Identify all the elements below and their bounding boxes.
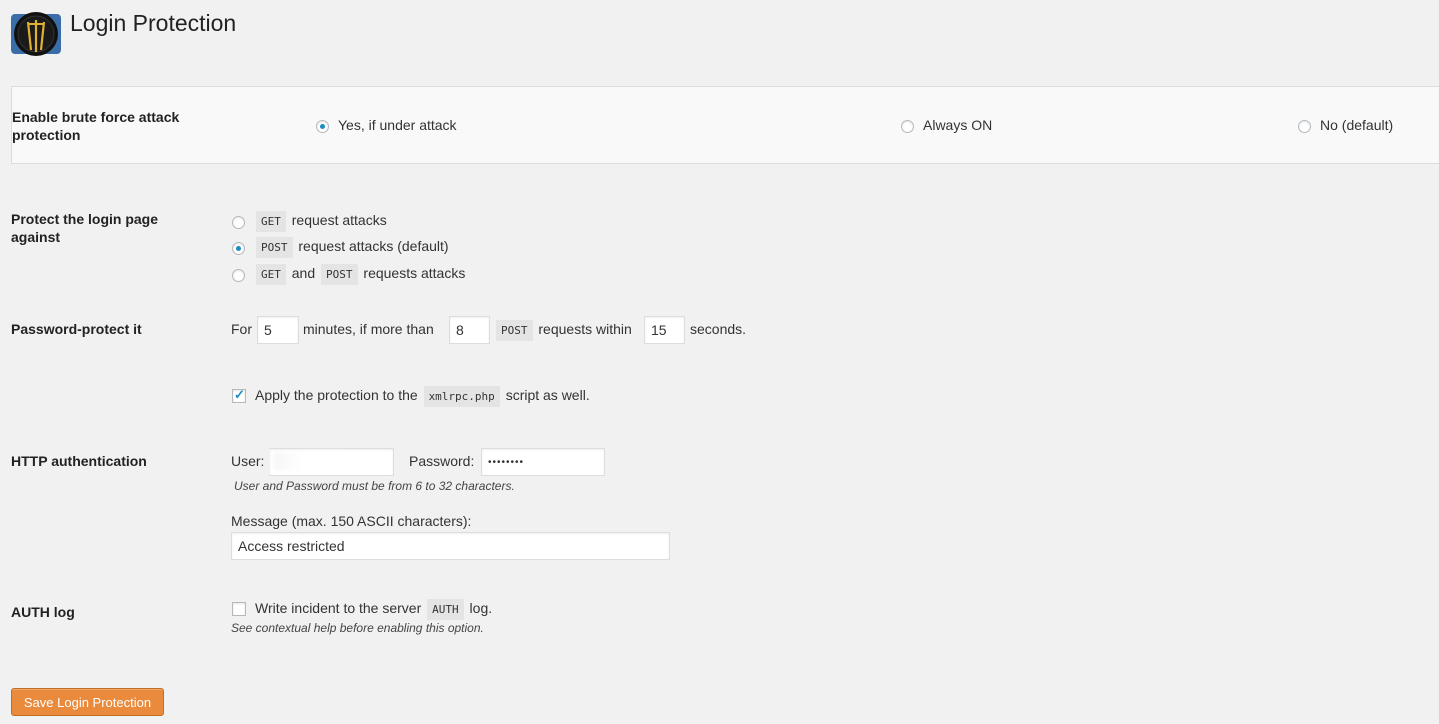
password-label: Password: (409, 453, 475, 469)
brute-force-always-label[interactable]: Always ON (923, 117, 992, 133)
protect-both-text: requests attacks (363, 265, 466, 281)
brute-force-label: Enable brute force attack protection (12, 109, 180, 143)
protect-post-text: request attacks (default) (298, 238, 449, 254)
xmlrpc-option[interactable]: Apply the protection to the xmlrpc.php s… (255, 386, 590, 407)
and-text: and (291, 265, 316, 281)
protect-post-option[interactable]: POST request attacks (default) (254, 237, 449, 258)
protect-both-option[interactable]: GET and POST requests attacks (254, 264, 466, 285)
protect-label: Protect the login page against (11, 211, 159, 245)
within-text: requests within (538, 321, 632, 337)
brute-force-no-radio[interactable] (1298, 120, 1311, 133)
auth-log-text-after: log. (469, 600, 493, 616)
get-code: GET (256, 211, 286, 232)
auth-log-checkbox[interactable] (232, 602, 246, 616)
xmlrpc-checkbox[interactable]: ✓ (232, 387, 246, 403)
message-input[interactable] (231, 532, 670, 560)
post-code: POST (256, 237, 293, 258)
save-button[interactable]: Save Login Protection (11, 688, 164, 716)
ninjafirewall-logo-icon (11, 10, 61, 58)
xmlrpc-text-after: script as well. (505, 387, 590, 403)
auth-log-option[interactable]: Write incident to the server AUTH log. (255, 599, 493, 620)
password-protect-label: Password-protect it (11, 321, 142, 337)
protect-get-option[interactable]: GET request attacks (254, 211, 387, 232)
xmlrpc-code: xmlrpc.php (423, 386, 500, 407)
redacted-username (274, 452, 344, 470)
user-label: User: (231, 453, 265, 469)
minutes-input[interactable] (257, 316, 299, 344)
message-label: Message (max. 150 ASCII characters): (231, 513, 472, 529)
brute-force-no-label[interactable]: No (default) (1320, 117, 1393, 133)
http-auth-label: HTTP authentication (11, 453, 147, 469)
password-input[interactable] (481, 448, 605, 476)
get-code: GET (256, 264, 286, 285)
credentials-hint: User and Password must be from 6 to 32 c… (234, 479, 515, 493)
post-code: POST (321, 264, 358, 285)
protect-get-radio[interactable] (232, 216, 245, 229)
protect-both-radio[interactable] (232, 269, 245, 282)
minutes-text: minutes, if more than (303, 321, 434, 337)
for-text: For (231, 321, 252, 337)
xmlrpc-text-before: Apply the protection to the (255, 387, 418, 403)
brute-force-yes-label[interactable]: Yes, if under attack (338, 117, 457, 133)
protect-get-text: request attacks (291, 212, 387, 228)
seconds-input[interactable] (644, 316, 685, 344)
brute-force-row (11, 86, 1439, 164)
page-title: Login Protection (70, 10, 237, 36)
post-code: POST (496, 320, 533, 341)
auth-log-text-before: Write incident to the server (255, 600, 422, 616)
requests-input[interactable] (449, 316, 490, 344)
protect-post-radio[interactable] (232, 242, 245, 255)
auth-code: AUTH (427, 599, 464, 620)
post-within-text: POST requests within (494, 320, 632, 341)
brute-force-always-radio[interactable] (901, 120, 914, 133)
brute-force-yes-radio[interactable] (316, 120, 329, 133)
auth-log-hint: See contextual help before enabling this… (231, 621, 484, 635)
checkmark-icon: ✓ (234, 387, 245, 402)
seconds-text: seconds. (690, 321, 747, 337)
auth-log-label: AUTH log (11, 604, 75, 620)
